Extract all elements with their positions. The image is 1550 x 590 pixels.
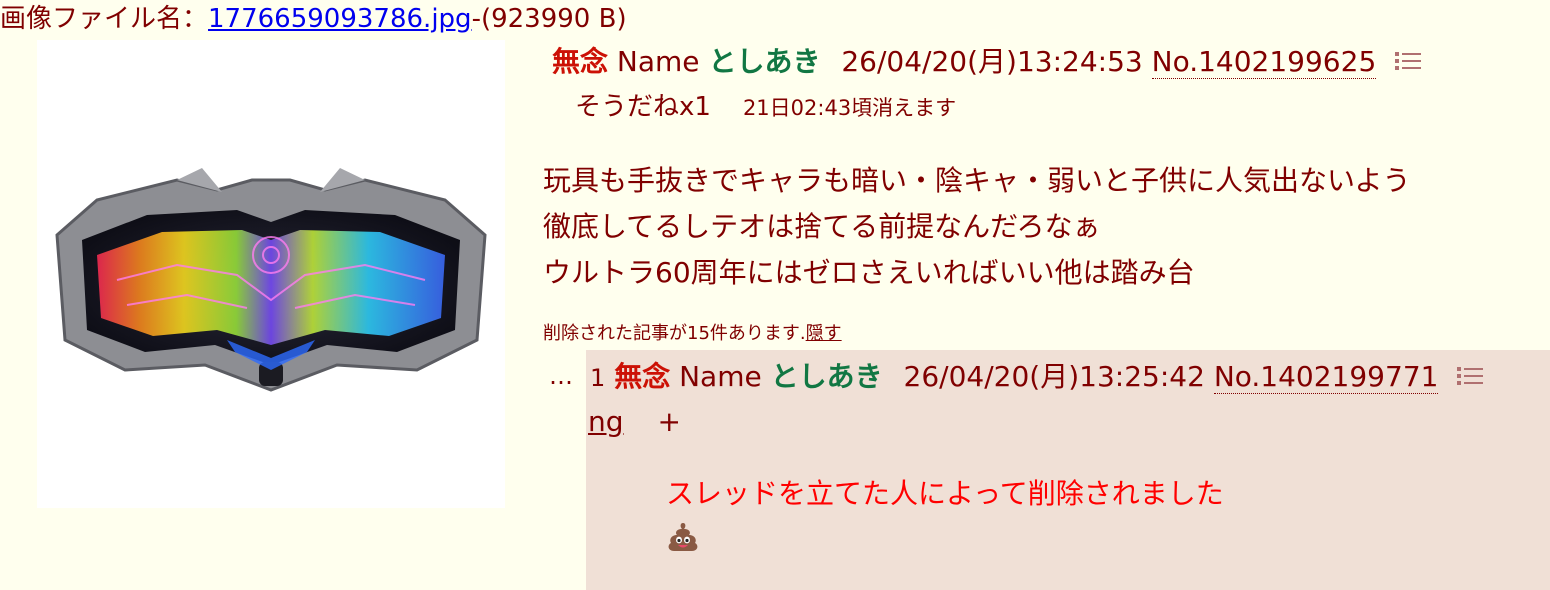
- reply-header: 1 無念 Name としあき 26/04/20(月)13:25:42 No.14…: [590, 359, 1484, 396]
- hide-deleted-link[interactable]: 隠す: [806, 323, 842, 344]
- op-post-sub: そうだねx1 21日02:43頃消えます: [575, 89, 956, 126]
- reply-datetime: 26/04/20(月)13:25:42: [903, 360, 1205, 393]
- transformation-belt-image: [55, 168, 487, 392]
- expire-notice: 21日02:43頃消えます: [742, 96, 957, 120]
- op-body-line: ウルトラ60周年にはゼロさえいればいい他は踏み台: [543, 256, 1195, 289]
- expand-plus-button[interactable]: +: [658, 405, 681, 438]
- file-info-prefix: 画像ファイル名：: [0, 4, 209, 34]
- op-subject: 無念: [552, 45, 609, 78]
- soudane-button[interactable]: そうだねx1: [575, 92, 711, 122]
- reply-indent-ellipsis: …: [549, 362, 573, 390]
- deleted-posts-notice: 削除された記事が15件あります.隠す: [543, 322, 842, 346]
- op-poster-name: としあき: [708, 45, 821, 78]
- op-post-body: 玩具も手抜きでキャラも暗い・陰キャ・弱いと子供に人気出ないよう 徹底してるしテオ…: [543, 158, 1410, 296]
- reply-subject: 無念: [614, 360, 671, 393]
- file-size: -(923990 B): [471, 4, 627, 34]
- reply-post-number[interactable]: No.1402199771: [1213, 360, 1439, 394]
- image-thumbnail[interactable]: [37, 40, 505, 508]
- reply-index: 1: [590, 364, 606, 392]
- op-body-line: 玩具も手抜きでキャラも暗い・陰キャ・弱いと子供に人気出ないよう: [543, 164, 1411, 197]
- op-post-number[interactable]: No.1402199625: [1151, 45, 1377, 79]
- reply-poster-name: としあき: [770, 360, 883, 393]
- op-body-line: 徹底してるしテオは捨てる前提なんだろなぁ: [543, 210, 1101, 243]
- image-file-link[interactable]: 1776659093786.jpg: [208, 4, 472, 34]
- op-name-label: Name: [616, 45, 700, 78]
- deleted-posts-text: 削除された記事が15件あります.: [543, 323, 806, 344]
- reply-menu-icon[interactable]: [1457, 360, 1484, 396]
- reply-deleted-message: スレッドを立てた人によって削除されました: [666, 477, 1224, 510]
- op-menu-icon[interactable]: [1395, 45, 1422, 81]
- op-post-header: 無念 Name としあき 26/04/20(月)13:24:53 No.1402…: [552, 44, 1422, 81]
- pile-of-poo-icon: [666, 520, 700, 554]
- file-info: 画像ファイル名：1776659093786.jpg-(923990 B): [0, 2, 627, 36]
- reply-ng-row: ng +: [588, 404, 681, 440]
- op-datetime: 26/04/20(月)13:24:53: [841, 45, 1143, 78]
- reply-post: 1 無念 Name としあき 26/04/20(月)13:25:42 No.14…: [586, 350, 1550, 590]
- reply-name-label: Name: [679, 360, 762, 393]
- ng-link[interactable]: ng: [588, 405, 624, 438]
